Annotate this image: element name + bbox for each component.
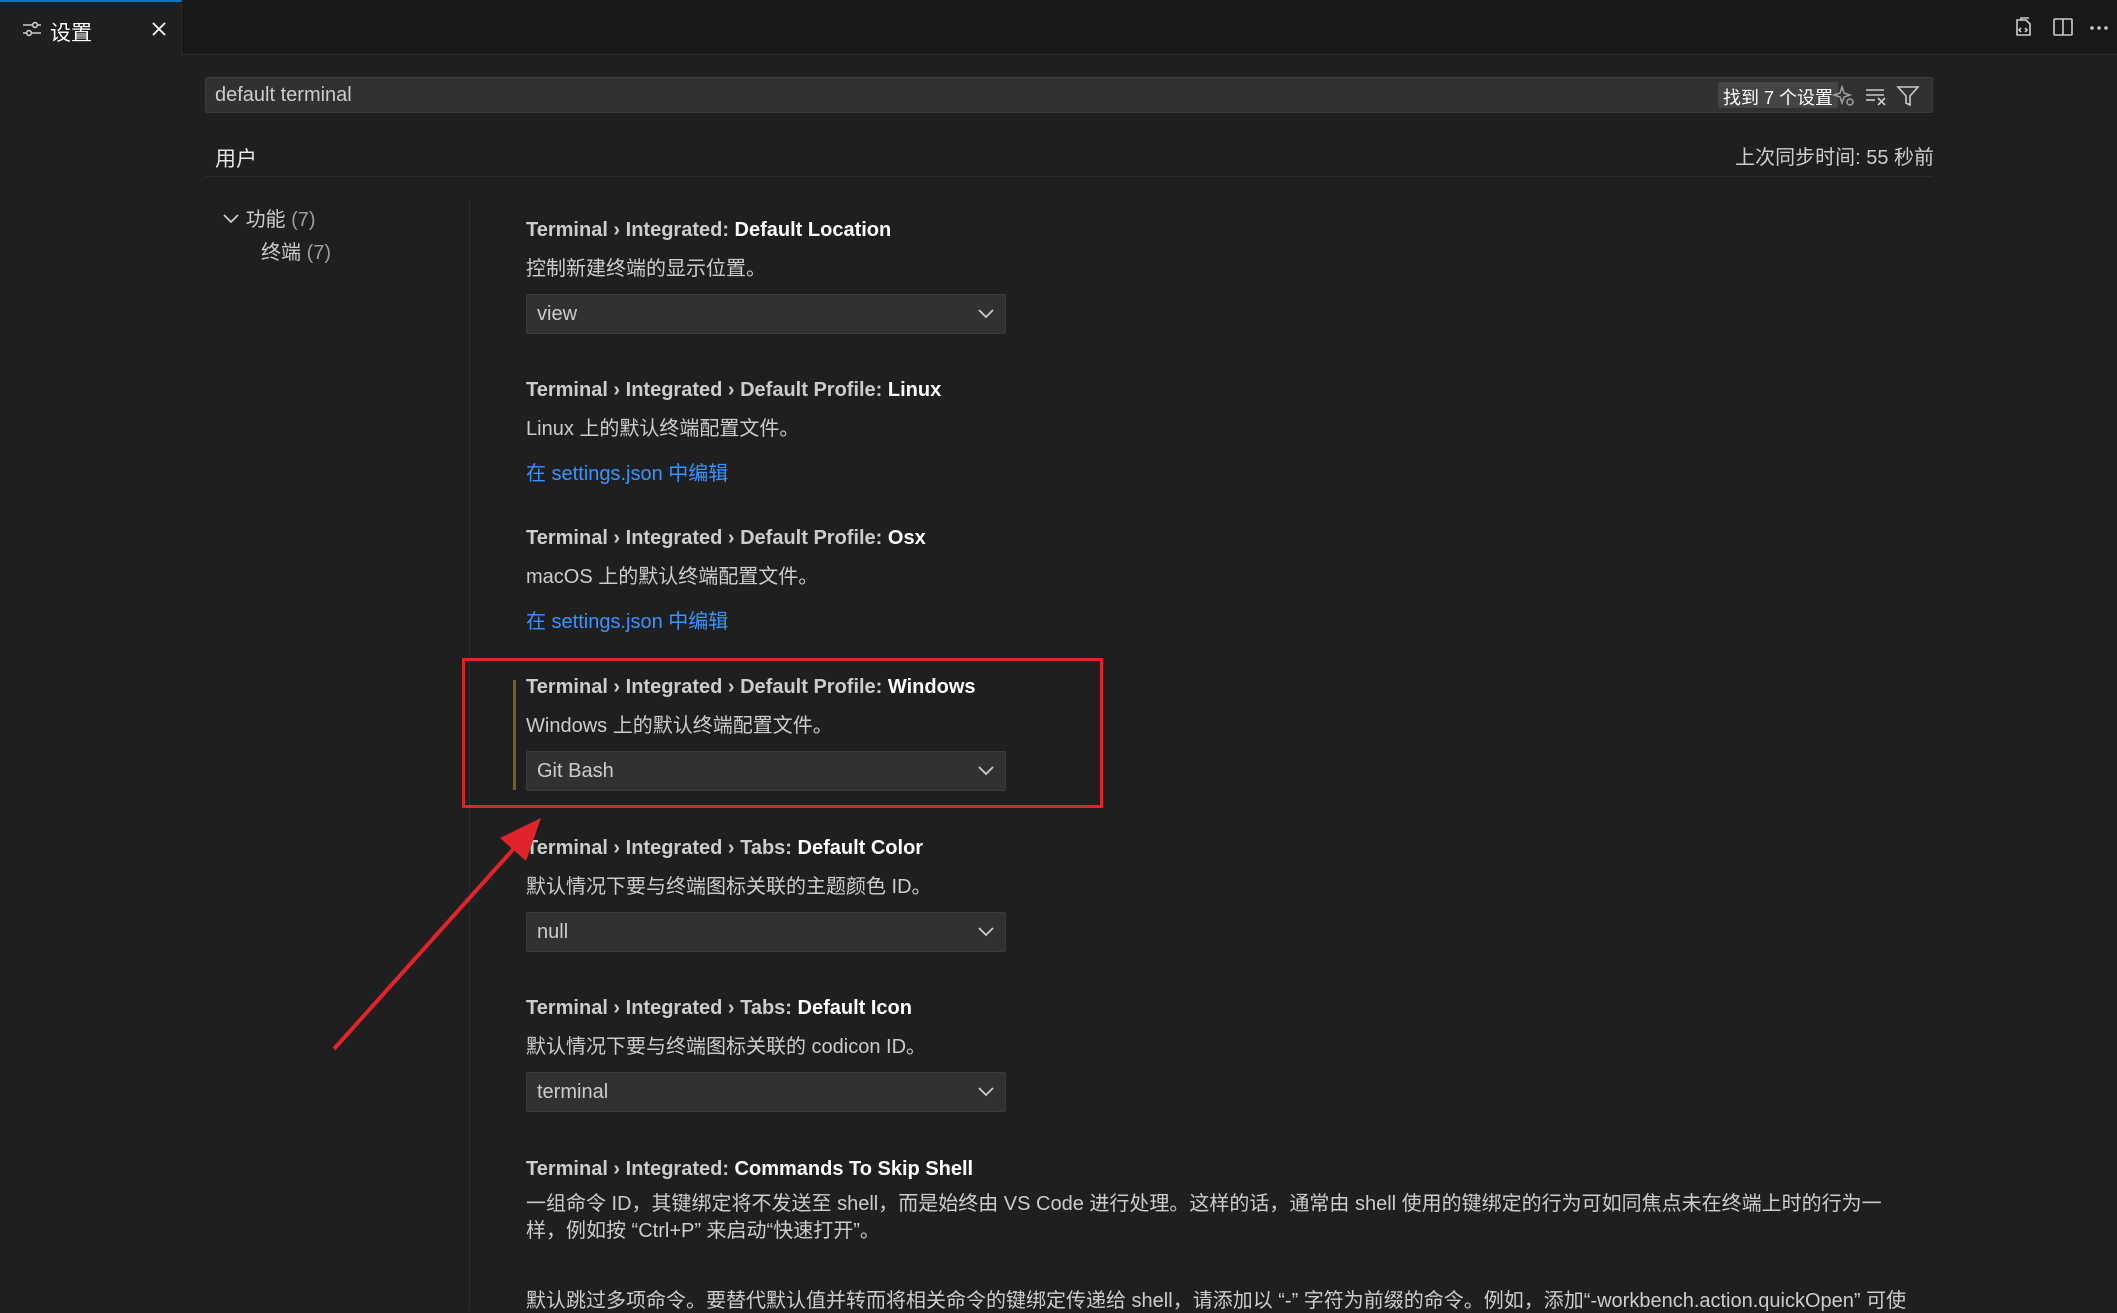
more-actions-icon[interactable] [2088, 16, 2110, 43]
chevron-down-icon [977, 307, 995, 326]
scope-divider [205, 176, 1933, 177]
close-icon[interactable] [150, 20, 168, 43]
setting-default-location: Terminal › Integrated: Default Location … [526, 219, 1926, 334]
edit-in-settings-json-link[interactable]: 在 settings.json 中编辑 [526, 605, 1926, 634]
setting-description: 默认情况下要与终端图标关联的主题颜色 ID。 [526, 876, 932, 898]
settings-sliders-icon [22, 20, 42, 43]
setting-description-more: 默认跳过多项命令。要替代默认值并转而将相关命令的键绑定传递给 shell，请添加… [526, 1290, 1907, 1312]
setting-title: Terminal › Integrated: Commands To Skip … [526, 1158, 974, 1180]
setting-tabs-default-icon: Terminal › Integrated › Tabs: Default Ic… [526, 997, 1926, 1112]
tab-user-settings[interactable]: 用户 [205, 140, 267, 177]
setting-title: Terminal › Integrated › Tabs: Default Ic… [526, 997, 912, 1019]
setting-description: 默认情况下要与终端图标关联的 codicon ID。 [526, 1036, 927, 1058]
split-editor-icon[interactable] [2052, 16, 2074, 43]
setting-default-profile-osx: Terminal › Integrated › Default Profile:… [526, 527, 1926, 634]
settings-tab-label: 设置 [50, 22, 92, 45]
tabs-default-color-select[interactable]: null [526, 912, 1006, 952]
settings-tab[interactable]: 设置 [0, 0, 182, 56]
annotation-highlight-box [462, 658, 1103, 808]
sync-status: 上次同步时间: 55 秒前 [1735, 147, 1934, 169]
setting-commands-to-skip-shell: Terminal › Integrated: Commands To Skip … [526, 1158, 1926, 1313]
setting-title: Terminal › Integrated: Default Location [526, 219, 892, 241]
setting-title: Terminal › Integrated › Tabs: Default Co… [526, 837, 924, 859]
setting-title: Terminal › Integrated › Default Profile:… [526, 527, 926, 549]
tabs-default-icon-select[interactable]: terminal [526, 1072, 1006, 1112]
settings-search-box[interactable]: 找到 7 个设置 [205, 77, 1933, 113]
search-result-count: 找到 7 个设置 [1718, 82, 1839, 108]
ai-search-icon[interactable] [1831, 84, 1856, 113]
toc-item-terminal[interactable]: 终端 (7) [261, 236, 331, 265]
chevron-down-icon [222, 209, 246, 231]
clear-filter-icon[interactable] [1864, 84, 1888, 113]
setting-description: macOS 上的默认终端配置文件。 [526, 566, 819, 588]
filter-icon[interactable] [1896, 84, 1920, 113]
annotation-arrow [332, 818, 541, 1051]
select-value: terminal [537, 1081, 609, 1103]
editor-tab-bar: 设置 [0, 0, 2117, 56]
select-value: view [537, 303, 578, 325]
toc-label: 功能 [245, 209, 286, 231]
setting-tabs-default-color: Terminal › Integrated › Tabs: Default Co… [526, 837, 1926, 952]
edit-in-settings-json-link[interactable]: 在 settings.json 中编辑 [526, 457, 1926, 486]
setting-default-profile-linux: Terminal › Integrated › Default Profile:… [526, 379, 1926, 486]
setting-description: 一组命令 ID，其键绑定将不发送至 shell，而是始终由 VS Code 进行… [526, 1193, 1882, 1242]
chevron-down-icon [977, 925, 995, 944]
search-input[interactable] [215, 78, 1715, 112]
setting-description: Linux 上的默认终端配置文件。 [526, 418, 800, 440]
chevron-down-icon [977, 1085, 995, 1104]
open-settings-json-icon[interactable] [2012, 16, 2034, 43]
toc-item-features[interactable]: 功能 (7) [222, 203, 316, 232]
setting-description: 控制新建终端的显示位置。 [526, 258, 766, 280]
default-location-select[interactable]: view [526, 294, 1006, 334]
toc-count: (7) [291, 209, 316, 231]
toc-count: (7) [306, 242, 332, 264]
setting-title: Terminal › Integrated › Default Profile:… [526, 379, 942, 401]
toc-label: 终端 [261, 242, 301, 264]
select-value: null [537, 921, 569, 943]
